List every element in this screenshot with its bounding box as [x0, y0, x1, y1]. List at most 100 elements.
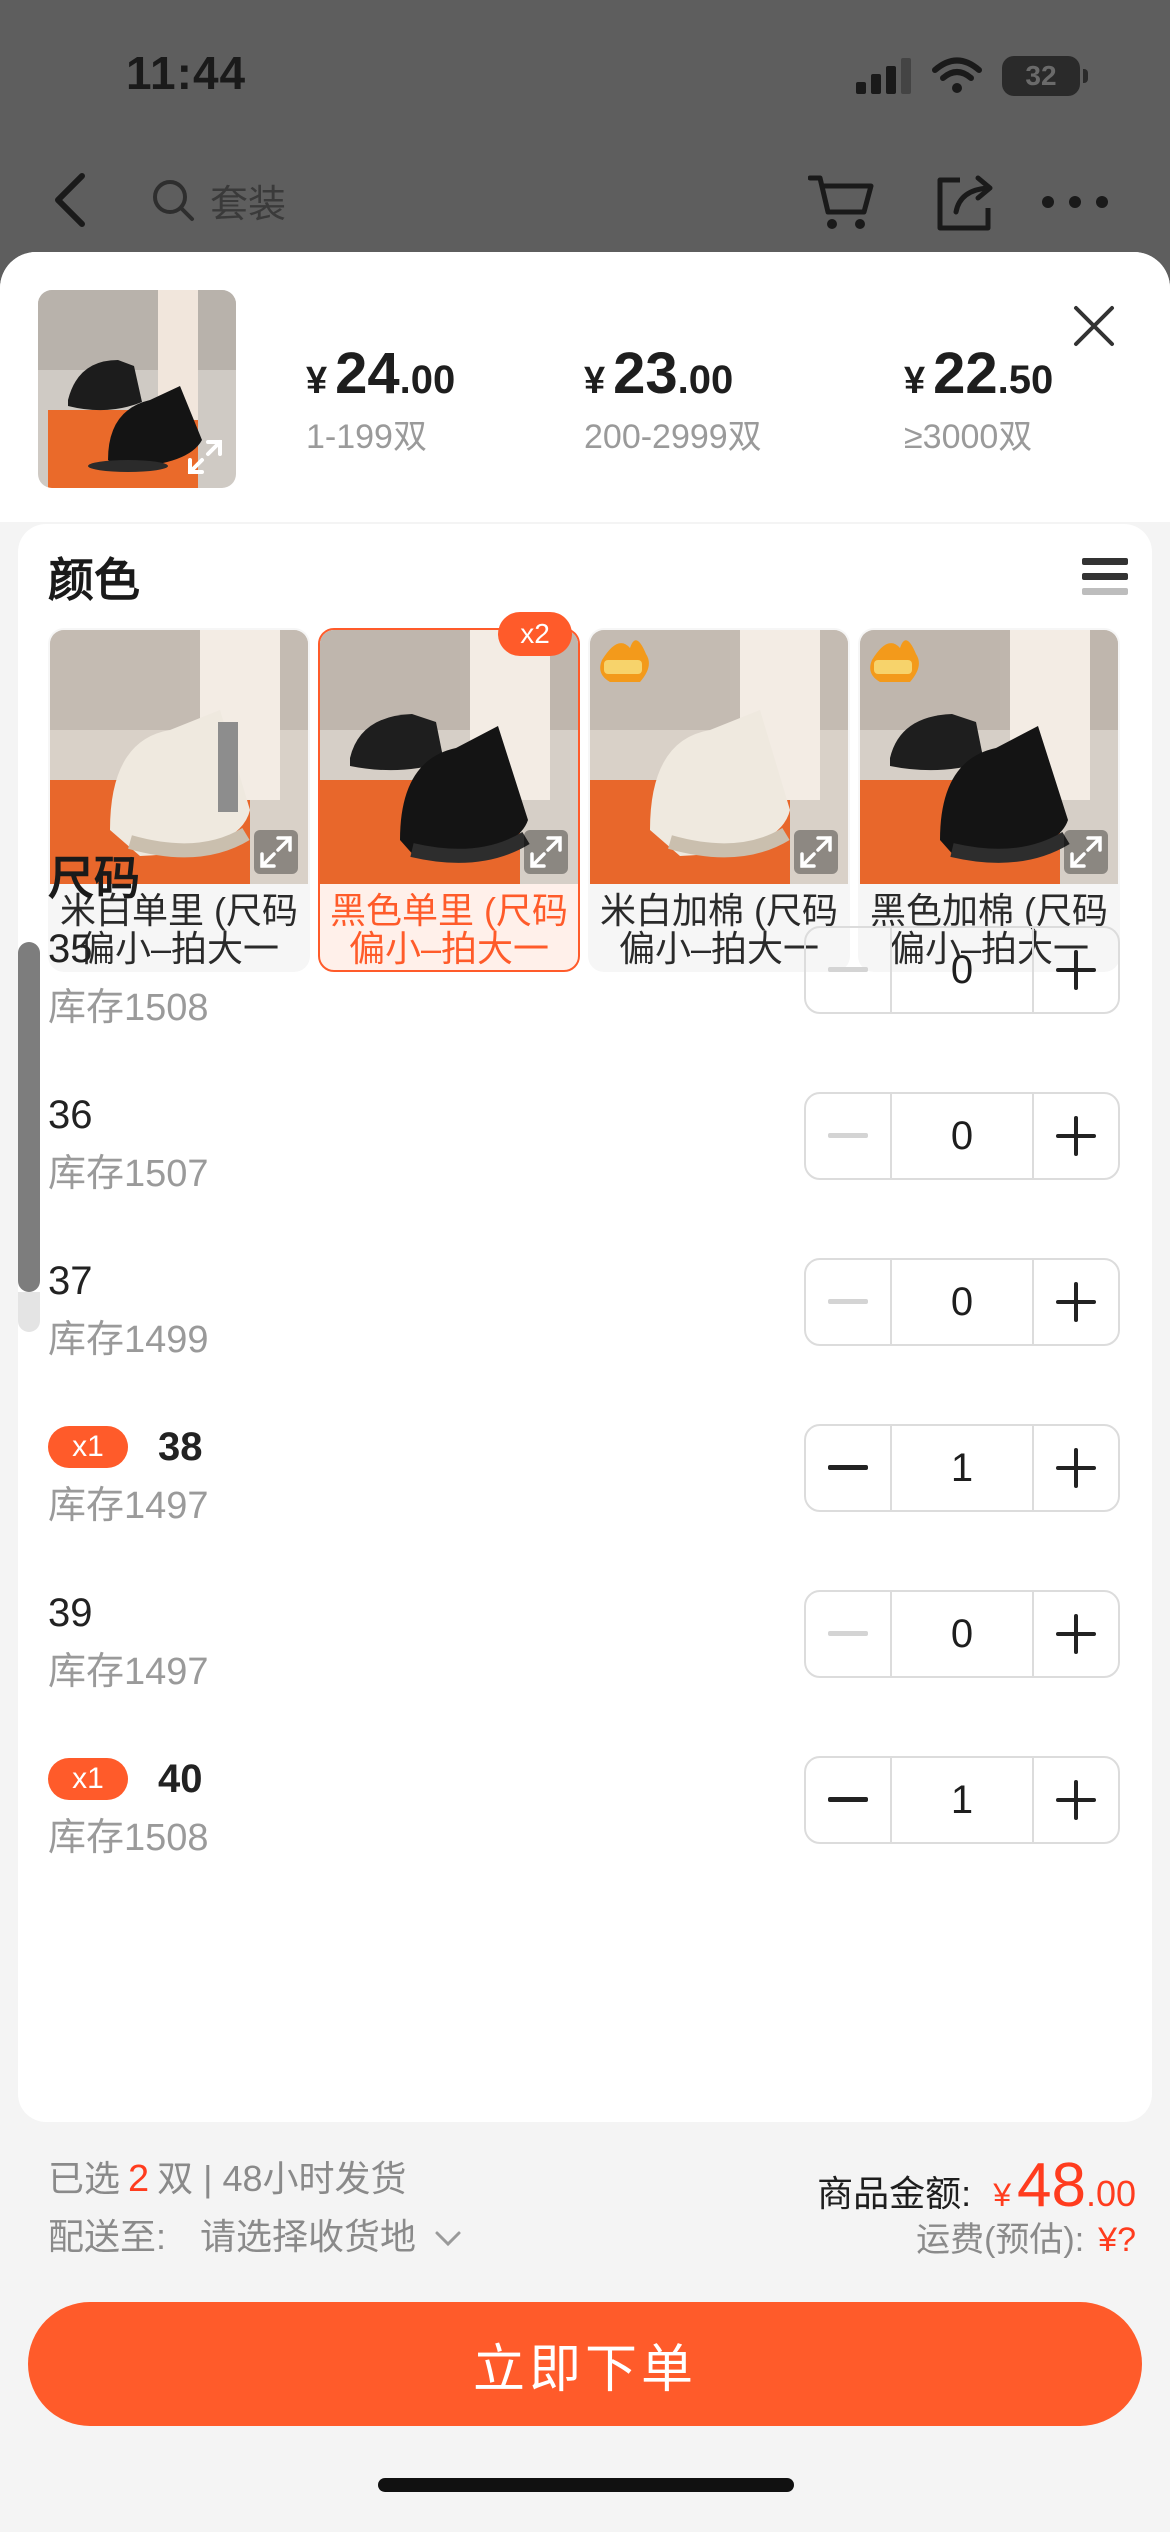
- size-section-title: 尺码: [48, 852, 140, 904]
- close-icon[interactable]: [1070, 302, 1118, 350]
- sheet-header: ¥ 24 .00 1-199双 ¥ 23 .00 200-2999双 ¥ 22 …: [0, 252, 1170, 522]
- increment-button[interactable]: [1032, 1592, 1118, 1676]
- share-icon: [937, 175, 993, 231]
- stock-label: 库存1499: [48, 1319, 209, 1361]
- quantity-value[interactable]: 0: [892, 928, 1032, 1012]
- increment-button[interactable]: [1032, 1758, 1118, 1842]
- price-tier: ¥ 23 .00 200-2999双: [584, 340, 762, 458]
- expand-icon: [524, 830, 568, 874]
- row-quantity-badge: x1: [48, 1758, 128, 1800]
- search-input[interactable]: 套装: [132, 162, 772, 238]
- price-range: ≥3000双: [904, 418, 1033, 456]
- quantity-stepper: 0: [804, 1590, 1120, 1678]
- expand-icon: [1064, 830, 1108, 874]
- top-bar: 套装: [0, 150, 1170, 250]
- size-label: 35: [48, 926, 93, 971]
- size-row: 37 库存1499 0: [18, 1256, 1152, 1406]
- warm-lining-icon: [590, 630, 591, 631]
- ship-to[interactable]: 配送至: 请选择收货地: [48, 2208, 462, 2266]
- price-decimal: .00: [677, 358, 734, 402]
- expand-icon: [188, 440, 222, 474]
- minus-icon: [828, 1797, 868, 1802]
- decrement-button[interactable]: [806, 928, 892, 1012]
- quantity-stepper: 1: [804, 1756, 1120, 1844]
- chevron-down-icon: [435, 2231, 461, 2247]
- quantity-value[interactable]: 0: [892, 1260, 1032, 1344]
- quantity-stepper: 0: [804, 926, 1120, 1014]
- minus-icon: [828, 1465, 868, 1470]
- price-integer: 23: [613, 341, 678, 406]
- share-button[interactable]: [930, 170, 1000, 234]
- decrement-button[interactable]: [806, 1094, 892, 1178]
- total-decimal: .00: [1085, 2173, 1136, 2214]
- options-card: 颜色 x2 米白单里 (尺码偏小–拍大一码): [18, 524, 1152, 2122]
- list-view-icon[interactable]: [1080, 552, 1130, 602]
- plus-icon: [1056, 950, 1096, 990]
- more-button[interactable]: [1040, 170, 1110, 234]
- stock-label: 库存1507: [48, 1153, 209, 1195]
- color-option[interactable]: 黑色加棉 (尺码偏小–拍大一码): [858, 628, 1120, 972]
- size-row: x1 38 库存1497 1: [18, 1422, 1152, 1572]
- decrement-button[interactable]: [806, 1592, 892, 1676]
- freight-value: ¥?: [1098, 2221, 1136, 2259]
- price-value: ¥ 24 .00: [306, 340, 455, 407]
- minus-icon: [828, 967, 868, 972]
- color-option[interactable]: 米白单里 (尺码偏小–拍大一码): [48, 628, 310, 972]
- quantity-value[interactable]: 0: [892, 1094, 1032, 1178]
- size-row: x1 40 库存1508 1: [18, 1754, 1152, 1904]
- total-symbol: ¥: [993, 2177, 1011, 2213]
- size-label: 36: [48, 1092, 93, 1137]
- size-row: 39 库存1497 0: [18, 1588, 1152, 1738]
- color-option[interactable]: 米白加棉 (尺码偏小–拍大一码): [588, 628, 850, 972]
- total-label: 商品金额:: [817, 2173, 972, 2214]
- home-indicator[interactable]: [378, 2478, 794, 2492]
- decrement-button[interactable]: [806, 1426, 892, 1510]
- stock-label: 库存1497: [48, 1485, 209, 1527]
- back-button[interactable]: [40, 168, 100, 232]
- signal-icon: [856, 58, 911, 94]
- increment-button[interactable]: [1032, 928, 1118, 1012]
- price-tier: ¥ 24 .00 1-199双: [306, 340, 455, 458]
- price-symbol: ¥: [904, 360, 926, 402]
- size-label: 37: [48, 1258, 93, 1303]
- price-decimal: .50: [997, 358, 1054, 402]
- stock-label: 库存1497: [48, 1651, 209, 1693]
- order-footer: 已选 2 双 | 48小时发货 配送至: 请选择收货地 商品金额: ¥ 48 .00…: [0, 2150, 1170, 2532]
- plus-icon: [1056, 1116, 1096, 1156]
- ship-to-value: 请选择收货地: [200, 2216, 417, 2257]
- color-option-selected[interactable]: 黑色单里 (尺码偏小–拍大一码): [318, 628, 580, 972]
- battery-icon: 32: [1002, 56, 1088, 96]
- place-order-button[interactable]: 立即下单: [28, 2302, 1142, 2426]
- decrement-button[interactable]: [806, 1758, 892, 1842]
- search-icon: [153, 180, 194, 221]
- quantity-value[interactable]: 1: [892, 1426, 1032, 1510]
- cart-button[interactable]: [806, 170, 876, 234]
- status-bar: 11:44 32: [0, 0, 1170, 150]
- price-integer: 22: [933, 341, 998, 406]
- quantity-stepper: 1: [804, 1424, 1120, 1512]
- expand-icon: [254, 830, 298, 874]
- product-thumbnail[interactable]: [38, 290, 236, 488]
- plus-icon: [1056, 1448, 1096, 1488]
- price-range: 1-199双: [306, 418, 427, 456]
- wifi-icon: [932, 57, 982, 93]
- price-decimal: .00: [399, 358, 456, 402]
- decrement-button[interactable]: [806, 1260, 892, 1344]
- size-label: 38: [158, 1424, 203, 1469]
- minus-icon: [828, 1299, 868, 1304]
- increment-button[interactable]: [1032, 1094, 1118, 1178]
- selected-count-badge: x2: [498, 612, 572, 656]
- price-symbol: ¥: [584, 360, 606, 402]
- minus-icon: [828, 1133, 868, 1138]
- more-dots-icon: [1042, 196, 1108, 208]
- size-label: 40: [158, 1756, 203, 1801]
- status-icons: 32: [856, 56, 1088, 96]
- size-label: 39: [48, 1590, 93, 1635]
- cart-icon: [808, 175, 874, 229]
- plus-icon: [1056, 1282, 1096, 1322]
- quantity-value[interactable]: 1: [892, 1758, 1032, 1842]
- quantity-value[interactable]: 0: [892, 1592, 1032, 1676]
- increment-button[interactable]: [1032, 1260, 1118, 1344]
- increment-button[interactable]: [1032, 1426, 1118, 1510]
- plus-icon: [1056, 1614, 1096, 1654]
